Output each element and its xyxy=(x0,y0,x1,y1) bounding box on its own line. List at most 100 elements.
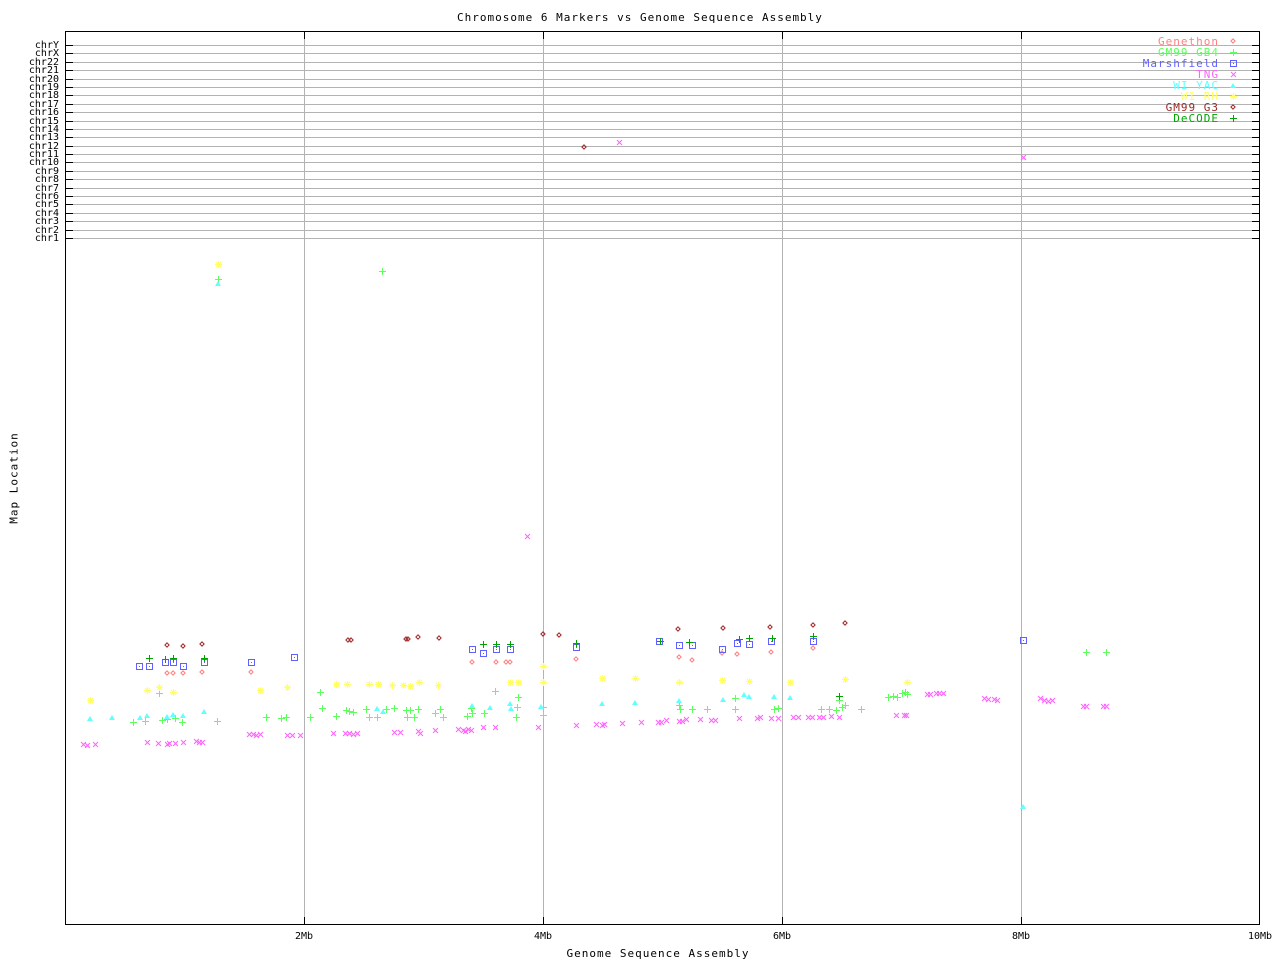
marker-marshfield xyxy=(248,659,255,666)
marker-wi-rh xyxy=(746,678,753,685)
axis-tick-right xyxy=(1252,213,1260,214)
marker-tng xyxy=(468,727,475,734)
marker-tng xyxy=(683,716,690,723)
marker-gm99-gb4 xyxy=(263,714,270,721)
axis-tick-left xyxy=(65,221,73,222)
marker-marshfield xyxy=(291,654,298,661)
axis-tick-left xyxy=(65,45,73,46)
axis-tick-right xyxy=(1252,112,1260,113)
axis-tick-left xyxy=(65,112,73,113)
marker-wi-yac xyxy=(380,708,387,715)
marker-gm99-gb4 xyxy=(350,709,357,716)
marker-decode xyxy=(201,655,208,662)
marker-tng xyxy=(1103,703,1110,710)
marker-tng xyxy=(994,697,1001,704)
marker-wi-yac xyxy=(487,704,494,711)
marker-gm99-g3 xyxy=(415,634,422,641)
axis-tick-right xyxy=(1252,196,1260,197)
marker-tng xyxy=(354,730,361,737)
axis-tick-right xyxy=(1252,179,1260,180)
marker-marshfield xyxy=(676,642,683,649)
axis-tick-right xyxy=(1252,70,1260,71)
marker-tng xyxy=(757,714,764,721)
axis-tick-right xyxy=(1252,45,1260,46)
marker-wi-rh xyxy=(87,697,94,704)
marker-gm99-gb4 xyxy=(689,706,696,713)
marker-wi-yac xyxy=(87,715,94,722)
marker-wi-yac xyxy=(599,700,606,707)
marker-gm99-gb4 xyxy=(283,714,290,721)
gridline-row xyxy=(65,95,1260,96)
marker-decode xyxy=(810,633,817,640)
gridline-row xyxy=(65,196,1260,197)
gridline-row xyxy=(65,146,1260,147)
chart-canvas: Chromosome 6 Markers vs Genome Sequence … xyxy=(0,0,1280,960)
axis-tick-left xyxy=(65,179,73,180)
marker-genethon xyxy=(493,659,500,666)
marker-gm99-g3 xyxy=(767,624,774,631)
marker-tng xyxy=(172,740,179,747)
marker-wi-yac xyxy=(771,693,778,700)
marker-marshfield xyxy=(136,663,143,670)
marker-decode xyxy=(170,655,177,662)
marker-marshfield xyxy=(146,663,153,670)
marker-decode xyxy=(657,638,664,645)
marker-wi-yac xyxy=(1020,803,1027,810)
axis-tick-left xyxy=(65,121,73,122)
legend-item: Marshfield xyxy=(1143,57,1240,70)
gridline-row xyxy=(65,121,1260,122)
gridline-row xyxy=(65,87,1260,88)
x-tick-label: 10Mb xyxy=(1247,931,1273,942)
marker-gm99-gb4 xyxy=(514,704,521,711)
marker-tng xyxy=(297,732,304,739)
marker-gm99-g3 xyxy=(164,642,171,649)
marker-gm99-gb4 xyxy=(415,706,422,713)
x-tick-label: 4Mb xyxy=(533,931,553,942)
gridline-col xyxy=(543,31,544,925)
marker-gm99-g3 xyxy=(348,637,355,644)
marker-gm99-gb4 xyxy=(775,705,782,712)
marker-wi-yac xyxy=(676,697,683,704)
marker-wi-rh xyxy=(257,687,264,694)
marker-genethon xyxy=(180,670,187,677)
gridline-row xyxy=(65,213,1260,214)
axis-tick-right xyxy=(1252,79,1260,80)
marker-tng xyxy=(836,714,843,721)
axis-tick-bottom xyxy=(304,917,305,925)
legend-marker-icon xyxy=(1229,37,1238,46)
axis-tick-left xyxy=(65,204,73,205)
legend: Genethon GM99 GB4 Marshfield TNG WI YAC WI RH… xyxy=(1143,35,1240,125)
x-axis-label: Genome Sequence Assembly xyxy=(566,947,750,960)
axis-tick-left xyxy=(65,238,73,239)
marker-wi-yac xyxy=(538,703,545,710)
marker-wi-rh xyxy=(540,663,547,670)
marker-wi-yac xyxy=(201,708,208,715)
marker-tng xyxy=(619,720,626,727)
axis-tick-left xyxy=(65,146,73,147)
marker-tng xyxy=(573,722,580,729)
marker-gm99-gb4 xyxy=(130,719,137,726)
marker-genethon xyxy=(469,659,476,666)
axis-tick-right xyxy=(1252,137,1260,138)
marker-wi-rh xyxy=(676,679,683,686)
marker-gm99-g3 xyxy=(180,643,187,650)
legend-marker-icon xyxy=(1229,81,1238,90)
axis-tick-top xyxy=(304,31,305,39)
marker-tng xyxy=(712,717,719,724)
marker-gm99-g3 xyxy=(436,635,443,642)
marker-gm99-gb4 xyxy=(732,695,739,702)
marker-genethon xyxy=(810,645,817,652)
marker-gm99-g3 xyxy=(405,636,412,643)
axis-tick-bottom xyxy=(782,917,783,925)
legend-marker-icon xyxy=(1229,114,1238,123)
marker-tng xyxy=(775,715,782,722)
marker-tng xyxy=(768,715,775,722)
marker-tng xyxy=(330,730,337,737)
marker-tng xyxy=(1049,697,1056,704)
marker-gm99-gb4 xyxy=(366,714,373,721)
marker-wi-rh xyxy=(156,684,163,691)
marker-gm99-gb4 xyxy=(440,714,447,721)
marker-tng xyxy=(492,724,499,731)
marker-tng xyxy=(397,729,404,736)
gridline-row xyxy=(65,221,1260,222)
